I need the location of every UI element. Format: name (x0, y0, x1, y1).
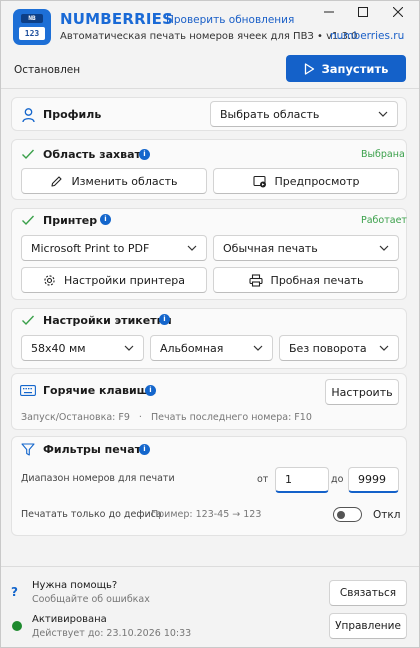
app-subtitle-text: Автоматическая печать номеров ячеек для … (60, 31, 314, 42)
dash-example: Пример: 123-45 → 123 (151, 509, 262, 520)
label-size-select[interactable]: 58x40 мм (21, 335, 144, 361)
rotation-value: Без поворота (289, 341, 367, 355)
start-button[interactable]: Запустить (286, 55, 406, 82)
printer-icon (248, 273, 263, 287)
app-title: NUMBERRIES (60, 10, 174, 28)
manage-button[interactable]: Управление (329, 613, 407, 639)
minimize-icon[interactable] (319, 5, 339, 21)
range-to-label: до (331, 474, 344, 485)
print-mode-value: Обычная печать (223, 241, 318, 255)
test-print-button[interactable]: Пробная печать (213, 267, 399, 293)
check-updates-link[interactable]: Проверить обновления (166, 14, 294, 26)
contact-button-label: Связаться (339, 587, 397, 599)
chevron-down-icon (187, 245, 197, 251)
info-icon[interactable]: i (139, 444, 150, 455)
check-icon (22, 315, 35, 326)
license-active-icon (12, 621, 22, 631)
dash-only-label: Печатать только до дефиса (21, 509, 162, 520)
dash-toggle-state: Откл (373, 509, 401, 521)
chevron-down-icon (124, 345, 134, 351)
app-logo: NB 123 (13, 9, 51, 45)
info-icon[interactable]: i (159, 314, 170, 325)
pencil-icon (51, 175, 62, 187)
chevron-down-icon (253, 345, 263, 351)
configure-hotkeys-button[interactable]: Настроить (325, 379, 399, 405)
profile-card: Профиль Выбрать область (11, 97, 407, 131)
profile-select[interactable]: Выбрать область (210, 101, 398, 127)
capture-title: Область захвата (43, 148, 149, 161)
license-title: Активирована (32, 614, 107, 625)
test-print-label: Пробная печать (270, 273, 364, 287)
range-label: Диапазон номеров для печати (21, 473, 175, 484)
label-settings-card: Настройки этикетки i 58x40 мм Альбомная … (11, 308, 407, 369)
chevron-down-icon (379, 245, 389, 251)
logo-label-text: 123 (19, 27, 45, 40)
printer-settings-button[interactable]: Настройки принтера (21, 267, 207, 293)
filters-card: Фильтры печати i Диапазон номеров для пе… (11, 436, 407, 536)
info-icon[interactable]: i (145, 385, 156, 396)
toggle-knob (337, 510, 345, 519)
gear-icon (44, 274, 55, 286)
run-status: Остановлен (14, 64, 81, 76)
edit-area-label: Изменить область (71, 174, 178, 188)
help-icon: ? (11, 585, 18, 599)
printer-card: Принтер i Работает Microsoft Print to PD… (11, 208, 407, 300)
play-icon (304, 62, 314, 75)
capture-card: Область захвата i Выбрана Изменить облас… (11, 139, 407, 200)
preview-label: Предпросмотр (274, 174, 360, 188)
hotkeys-card: Горячие клавиши i Настроить Запуск/Остан… (11, 373, 407, 430)
printer-title: Принтер (43, 214, 98, 227)
label-size-value: 58x40 мм (31, 341, 86, 355)
app-subtitle: Автоматическая печать номеров ячеек для … (60, 31, 358, 42)
info-icon[interactable]: i (100, 214, 111, 225)
orientation-value: Альбомная (160, 341, 224, 355)
range-from-label: от (257, 474, 269, 485)
help-title: Нужна помощь? (32, 580, 118, 591)
logo-top-text: NB (21, 14, 43, 23)
configure-hotkeys-label: Настроить (331, 385, 393, 399)
footer-divider (0, 566, 420, 567)
printer-select-value: Microsoft Print to PDF (31, 241, 150, 255)
chevron-down-icon (378, 111, 388, 117)
preview-button[interactable]: Предпросмотр (213, 168, 399, 194)
info-icon[interactable]: i (139, 149, 150, 160)
hotkeys-title: Горячие клавиши (43, 384, 157, 397)
preview-icon (252, 175, 266, 187)
printer-settings-label: Настройки принтера (63, 273, 186, 287)
label-settings-title: Настройки этикетки (43, 314, 172, 327)
edit-area-button[interactable]: Изменить область (21, 168, 207, 194)
filters-title: Фильтры печати (43, 443, 149, 456)
chevron-down-icon (379, 345, 389, 351)
filter-icon (21, 443, 35, 456)
license-subtitle: Действует до: 23.10.2026 10:33 (32, 628, 192, 639)
start-button-label: Запустить (321, 61, 389, 76)
check-icon (22, 215, 35, 226)
manage-button-label: Управление (335, 620, 401, 632)
profile-title: Профиль (43, 108, 102, 121)
range-from-input[interactable]: 1 (275, 467, 329, 493)
orientation-select[interactable]: Альбомная (150, 335, 273, 361)
printer-select[interactable]: Microsoft Print to PDF (21, 235, 207, 261)
printer-status: Работает (361, 215, 407, 226)
user-icon (22, 108, 35, 123)
dash-only-toggle[interactable] (333, 507, 362, 522)
print-mode-select[interactable]: Обычная печать (213, 235, 399, 261)
range-to-input[interactable]: 9999 (348, 467, 399, 493)
hotkeys-summary: Запуск/Остановка: F9 · Печать последнего… (21, 412, 312, 423)
header-divider (0, 88, 420, 89)
contact-button[interactable]: Связаться (329, 580, 407, 606)
site-link[interactable]: numberries.ru (330, 30, 404, 42)
close-icon[interactable] (388, 5, 408, 21)
rotation-select[interactable]: Без поворота (279, 335, 399, 361)
keyboard-icon (20, 385, 36, 396)
capture-status: Выбрана (361, 149, 405, 160)
maximize-icon[interactable] (353, 5, 373, 21)
help-subtitle: Сообщайте об ошибках (32, 594, 150, 605)
check-icon (22, 149, 35, 160)
profile-select-value: Выбрать область (220, 107, 320, 121)
